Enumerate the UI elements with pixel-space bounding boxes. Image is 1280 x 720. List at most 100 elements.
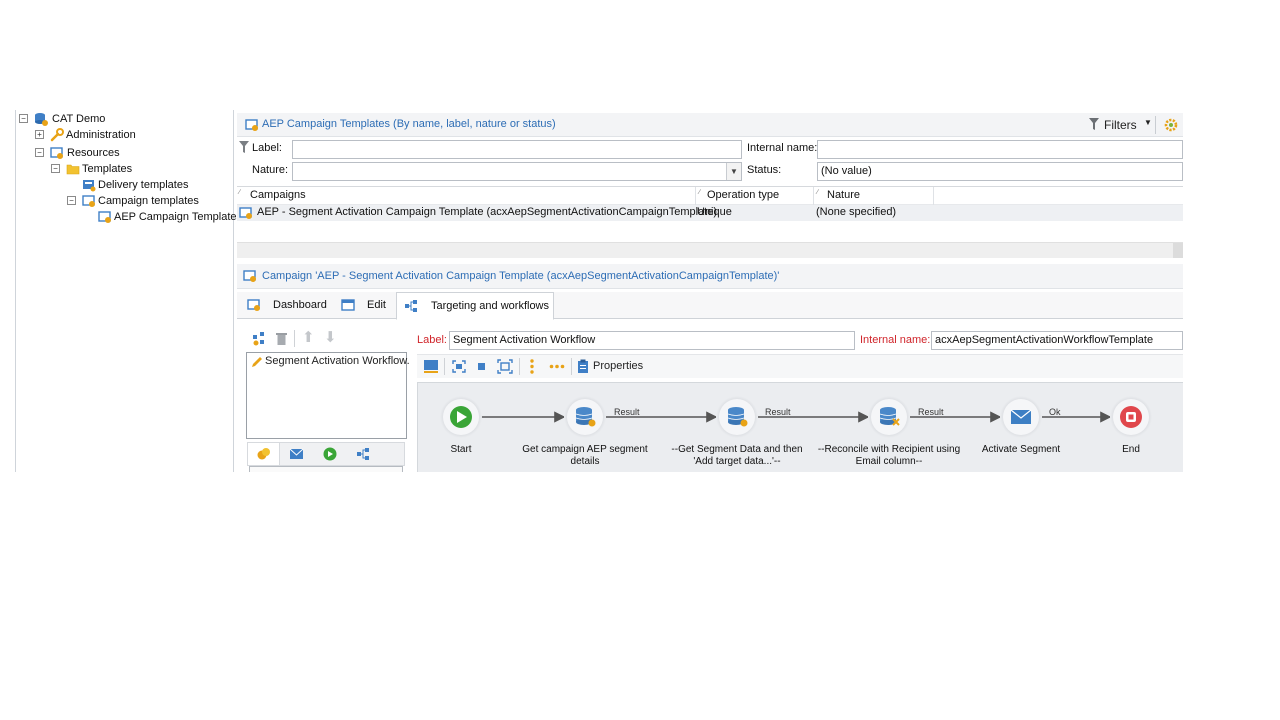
column-header-nature[interactable]: Nature — [827, 189, 860, 201]
pencil-icon — [252, 357, 262, 367]
toolbar-separator — [1155, 116, 1156, 134]
trash-icon[interactable] — [275, 331, 288, 346]
targeting-icon — [257, 448, 270, 460]
email-node-icon[interactable] — [1010, 409, 1032, 424]
label-input[interactable] — [292, 140, 742, 159]
transition-label: Ok — [1049, 407, 1061, 417]
zoom-fit-icon[interactable] — [452, 360, 466, 373]
column-separator — [813, 187, 814, 206]
column-separator — [695, 187, 696, 206]
node-label-start: Start — [450, 444, 472, 455]
tab-targeting-activities[interactable] — [248, 443, 280, 465]
collapse-icon[interactable]: − — [19, 114, 28, 123]
tab-bar: Dashboard Edit Targeting and workflows — [237, 292, 1183, 320]
campaign-template-icon — [98, 211, 111, 223]
tab-flow-control[interactable] — [281, 443, 313, 465]
transition-label: Result — [765, 407, 791, 417]
internal-name-label: Internal name: — [747, 142, 818, 154]
arrow-down-icon[interactable]: ⬇ — [324, 328, 337, 346]
collapse-icon[interactable]: − — [35, 148, 44, 157]
workflow-canvas[interactable]: Result Result Result Ok Start Get campai… — [417, 382, 1183, 472]
nature-select[interactable]: ▼ — [292, 162, 742, 181]
arrow-up-icon[interactable]: ⬆ — [302, 328, 315, 346]
resources-icon — [50, 147, 63, 159]
workflow-label-label: Label: — [417, 334, 447, 346]
filters-label: Filters — [1104, 118, 1137, 132]
transition-label: Result — [614, 407, 640, 417]
properties-button[interactable]: Properties — [577, 358, 647, 376]
zoom-actual-icon[interactable] — [477, 362, 486, 371]
start-node-play-icon[interactable] — [450, 406, 472, 428]
tab-edit[interactable]: Edit — [337, 292, 395, 319]
cell-nature: (None specified) — [816, 206, 897, 218]
tab-label: Targeting and workflows — [431, 300, 550, 312]
tab-targeting-and-workflows[interactable]: Targeting and workflows — [396, 292, 554, 320]
campaign-detail-panel: Campaign 'AEP - Segment Activation Campa… — [237, 264, 1183, 472]
tree-label: Templates — [82, 163, 133, 175]
funnel-icon — [239, 141, 249, 153]
end-node-stop-icon[interactable] — [1120, 406, 1142, 428]
tree-label: Campaign templates — [98, 195, 199, 207]
workflow-icon — [357, 448, 369, 460]
list-item-label: Segment Activation Workflow. — [265, 355, 410, 367]
gear-icon[interactable] — [1163, 117, 1179, 133]
play-icon — [323, 447, 337, 461]
dropdown-arrow-icon: ▼ — [1144, 118, 1152, 127]
delivery-template-icon — [83, 180, 96, 192]
node-label-get-aep-segment: Get campaign AEP segment details — [522, 444, 648, 467]
sort-icon: ∕ — [817, 189, 819, 196]
toolbar-separator — [294, 330, 295, 347]
vertical-layout-icon[interactable] — [530, 358, 534, 375]
wrench-icon — [50, 128, 64, 142]
collapse-icon[interactable]: − — [67, 196, 76, 205]
workflow-internal-name-label: Internal name: — [860, 334, 931, 346]
zoom-selection-icon[interactable] — [497, 359, 513, 374]
new-workflow-icon[interactable] — [252, 331, 266, 346]
expand-icon[interactable]: + — [35, 130, 44, 139]
funnel-icon — [1089, 118, 1099, 130]
tab-events[interactable] — [347, 443, 379, 465]
sort-icon: ∕ — [239, 189, 241, 196]
horizontal-layout-icon[interactable] — [549, 364, 565, 369]
tree-label: Administration — [66, 129, 136, 141]
table-row[interactable]: AEP - Segment Activation Campaign Templa… — [237, 205, 1183, 221]
chevron-down-icon[interactable]: ▼ — [726, 163, 741, 180]
palette-area — [249, 466, 403, 472]
column-header-campaigns[interactable]: Campaigns — [250, 189, 306, 201]
toolbar-separator — [571, 358, 572, 375]
workflow-list: Segment Activation Workflow. — [246, 352, 410, 439]
toolbar-separator — [519, 358, 520, 375]
horizontal-scrollbar[interactable] — [237, 242, 1183, 258]
internal-name-input[interactable] — [817, 140, 1183, 159]
status-select[interactable]: (No value) — [817, 162, 1183, 181]
transition-label: Result — [918, 407, 944, 417]
status-label: Status: — [747, 164, 782, 176]
tab-label: Edit — [367, 299, 386, 311]
tab-dashboard[interactable]: Dashboard — [241, 292, 336, 319]
tree-label: Resources — [67, 147, 120, 159]
database-icon — [35, 113, 48, 126]
clipboard-icon — [578, 359, 588, 373]
grid-header: ∕ Campaigns ∕ Operation type ∕ Nature — [237, 186, 1183, 206]
display-mode-icon[interactable] — [423, 359, 439, 374]
collapse-icon[interactable]: − — [51, 164, 60, 173]
workflow-label-input[interactable]: Segment Activation Workflow — [449, 331, 855, 350]
scrollbar-thumb[interactable] — [1173, 243, 1183, 258]
tab-actions[interactable] — [314, 443, 346, 465]
cell-campaign: AEP - Segment Activation Campaign Templa… — [257, 206, 718, 218]
activity-palette-tabs — [247, 442, 405, 466]
navigation-tree: − CAT Demo + Administration − Resources … — [15, 110, 242, 472]
filters-button[interactable]: Filters ▼ — [1089, 117, 1152, 133]
list-title: AEP Campaign Templates (By name, label, … — [262, 118, 556, 130]
folder-icon — [66, 164, 80, 175]
campaign-templates-list-panel: AEP Campaign Templates (By name, label, … — [237, 113, 1183, 260]
cell-operation-type: Unique — [697, 206, 732, 218]
tree-label: Delivery templates — [98, 179, 189, 191]
column-header-operation-type[interactable]: Operation type — [707, 189, 779, 201]
workflow-internal-name-input[interactable]: acxAepSegmentActivationWorkflowTemplate — [931, 331, 1183, 350]
sort-icon: ∕ — [699, 189, 701, 196]
form-icon — [341, 299, 355, 311]
workflow-list-toolbar: ⬆ ⬇ — [247, 328, 407, 350]
workflow-editor-toolbar: Properties — [417, 354, 1183, 378]
detail-header: Campaign 'AEP - Segment Activation Campa… — [237, 264, 1183, 289]
